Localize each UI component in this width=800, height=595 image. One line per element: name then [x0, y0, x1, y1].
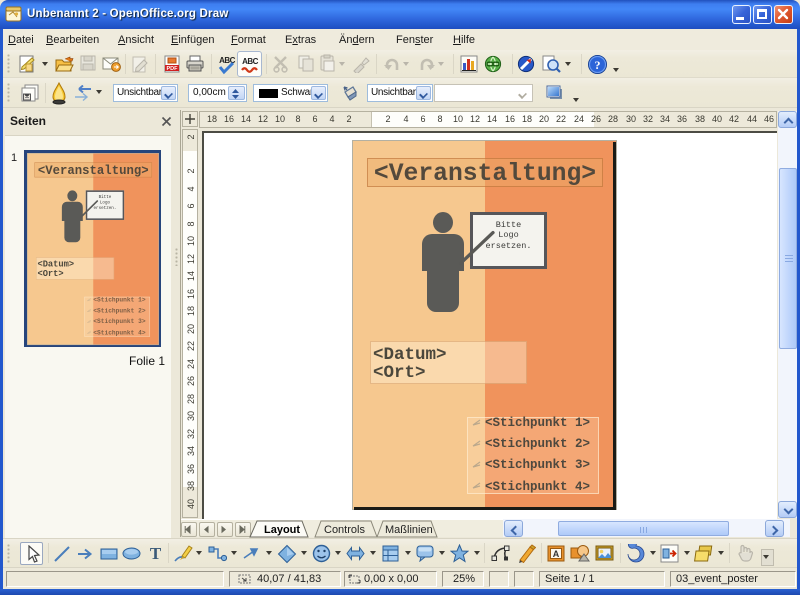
svg-text:Layout: Layout: [264, 524, 300, 536]
svg-text:PDF: PDF: [167, 66, 179, 72]
svg-text:ABC: ABC: [242, 57, 259, 66]
svg-text:A: A: [553, 549, 560, 559]
svg-text:?: ?: [595, 58, 601, 72]
svg-text:Controls: Controls: [324, 524, 365, 536]
svg-text:T: T: [150, 545, 162, 561]
svg-text:Maßlinien: Maßlinien: [385, 524, 433, 536]
